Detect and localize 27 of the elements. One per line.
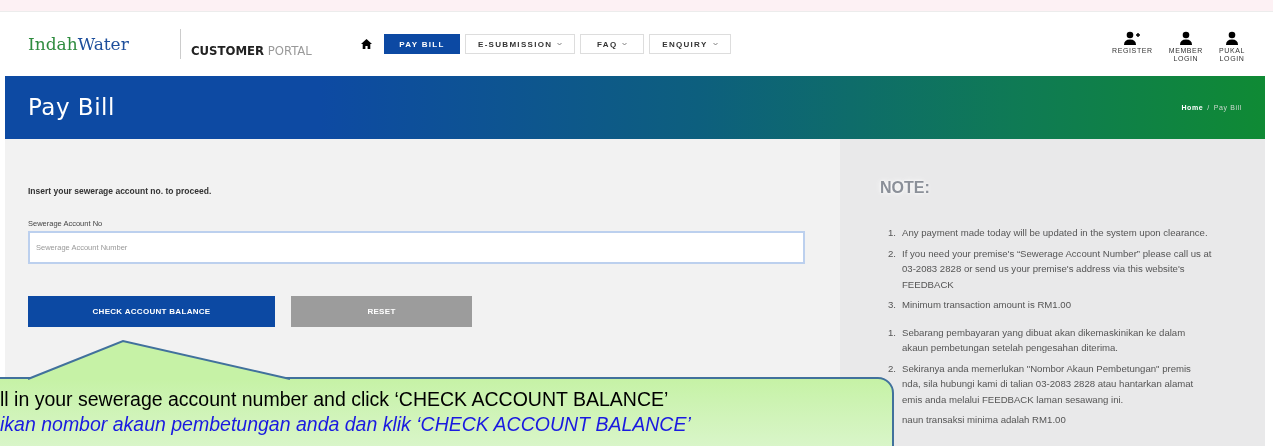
portal-title: CUSTOMER PORTAL [191,42,313,58]
nav-tab[interactable]: E-SUBMISSION [465,34,576,54]
note-text: Minimum transaction amount is RM1.00 [902,298,1072,312]
note-text: Sebarang pembayaran yang dibuat akan dikemaskinikan ke dalam akaun pembetungan setelah pengesahan diterima. [902,325,1186,355]
page-title: Pay Bill [28,93,115,120]
nav-tab[interactable]: FAQ [580,34,645,54]
note-title: NOTE: [880,179,931,197]
note-number: 2. [888,362,896,374]
callout-text: ll in your sewerage account number and click ‘CHECK ACCOUNT BALANCE’ [0,388,670,411]
nav-tab[interactable]: PAY BILL [384,34,460,54]
nav-tab[interactable]: ENQUIRY [649,34,731,54]
add-user-icon[interactable] [1123,31,1142,45]
instruction-text: Insert your sewerage account no. to proceed. [28,186,213,196]
user-icon[interactable] [1225,31,1239,45]
note-number: 1. [888,326,896,338]
note-text: Any payment made today will be updated in the system upon clearance. [902,226,1208,240]
logo[interactable]: IndahWater [28,34,148,54]
note-text: If you need your premise's “Sewerage Account Number” please call us at 03-2083 2828 or send us your premise's address via this website's FEEDBACK [902,246,1212,292]
check-balance-button[interactable]: CHECK ACCOUNT BALANCE [28,296,275,327]
note-number: 3. [888,299,896,310]
callout-text: ikan nombor akaun pembetungan anda dan klik ‘CHECK ACCOUNT BALANCE’ [0,413,692,436]
note-number: 2. [888,247,896,259]
note-text: naun transaksi minima adalah RM1.00 [902,413,1066,427]
home-icon[interactable] [361,39,372,49]
user-icon[interactable] [1178,31,1193,45]
note-text: Sekiranya anda memerlukan "Nombor Akaun Pembetungan" premis nda, sila hubungi kami di talian 03-2083 2828 atau hantarkan alamat emis anda melalui FEEDBACK laman sesawang ini. [902,361,1194,407]
note-number: 1. [888,227,896,238]
